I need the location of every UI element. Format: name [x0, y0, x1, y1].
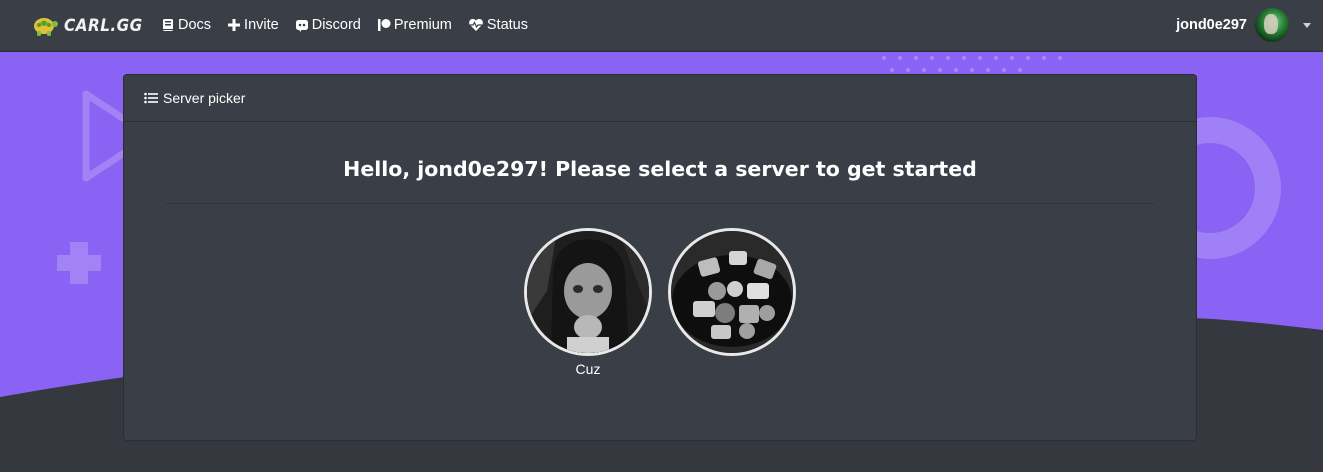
server-icon-image [668, 228, 796, 356]
plus-icon [228, 19, 241, 31]
server-item-cuz[interactable]: Cuz [524, 228, 652, 377]
turtle-logo-icon [34, 18, 58, 36]
brand-name: CARL.GG [64, 16, 143, 36]
nav-discord-label: Discord [311, 17, 361, 33]
server-picker-card: Server picker Hello, jond0e297! Please s… [123, 74, 1197, 441]
nav-invite-label: Invite [244, 17, 279, 33]
discord-icon [295, 20, 308, 32]
nav-premium[interactable]: Premium [377, 17, 452, 33]
nav-docs[interactable]: Docs [161, 17, 211, 33]
nav-discord[interactable]: Discord [295, 17, 361, 33]
chevron-down-icon [1303, 22, 1311, 28]
divider [165, 203, 1155, 204]
server-list: Cuz [524, 228, 812, 377]
server-name: Cuz [575, 361, 601, 377]
user-menu[interactable]: jond0e297 [1176, 7, 1311, 43]
nav-status-label: Status [486, 17, 528, 33]
card-header: Server picker [124, 75, 1196, 122]
card-header-title: Server picker [163, 90, 246, 106]
nav-docs-label: Docs [178, 17, 212, 33]
server-item-2[interactable] [668, 228, 796, 377]
nav-premium-label: Premium [393, 17, 452, 33]
heartbeat-icon [469, 18, 483, 31]
book-icon [163, 19, 173, 31]
page-title: Hello, jond0e297! Please select a server… [343, 157, 977, 181]
nav-links: Docs Invite Discord Premium Status [161, 0, 544, 50]
username: jond0e297 [1176, 17, 1247, 33]
nav-invite[interactable]: Invite [227, 17, 279, 33]
list-icon [144, 92, 158, 104]
avatar [1255, 8, 1289, 42]
brand-link[interactable]: CARL.GG [30, 13, 151, 39]
server-icon-image [524, 228, 652, 356]
patreon-icon [377, 19, 391, 31]
nav-status[interactable]: Status [468, 17, 528, 33]
top-navbar: CARL.GG Docs Invite Discord Premium Stat… [0, 0, 1323, 52]
